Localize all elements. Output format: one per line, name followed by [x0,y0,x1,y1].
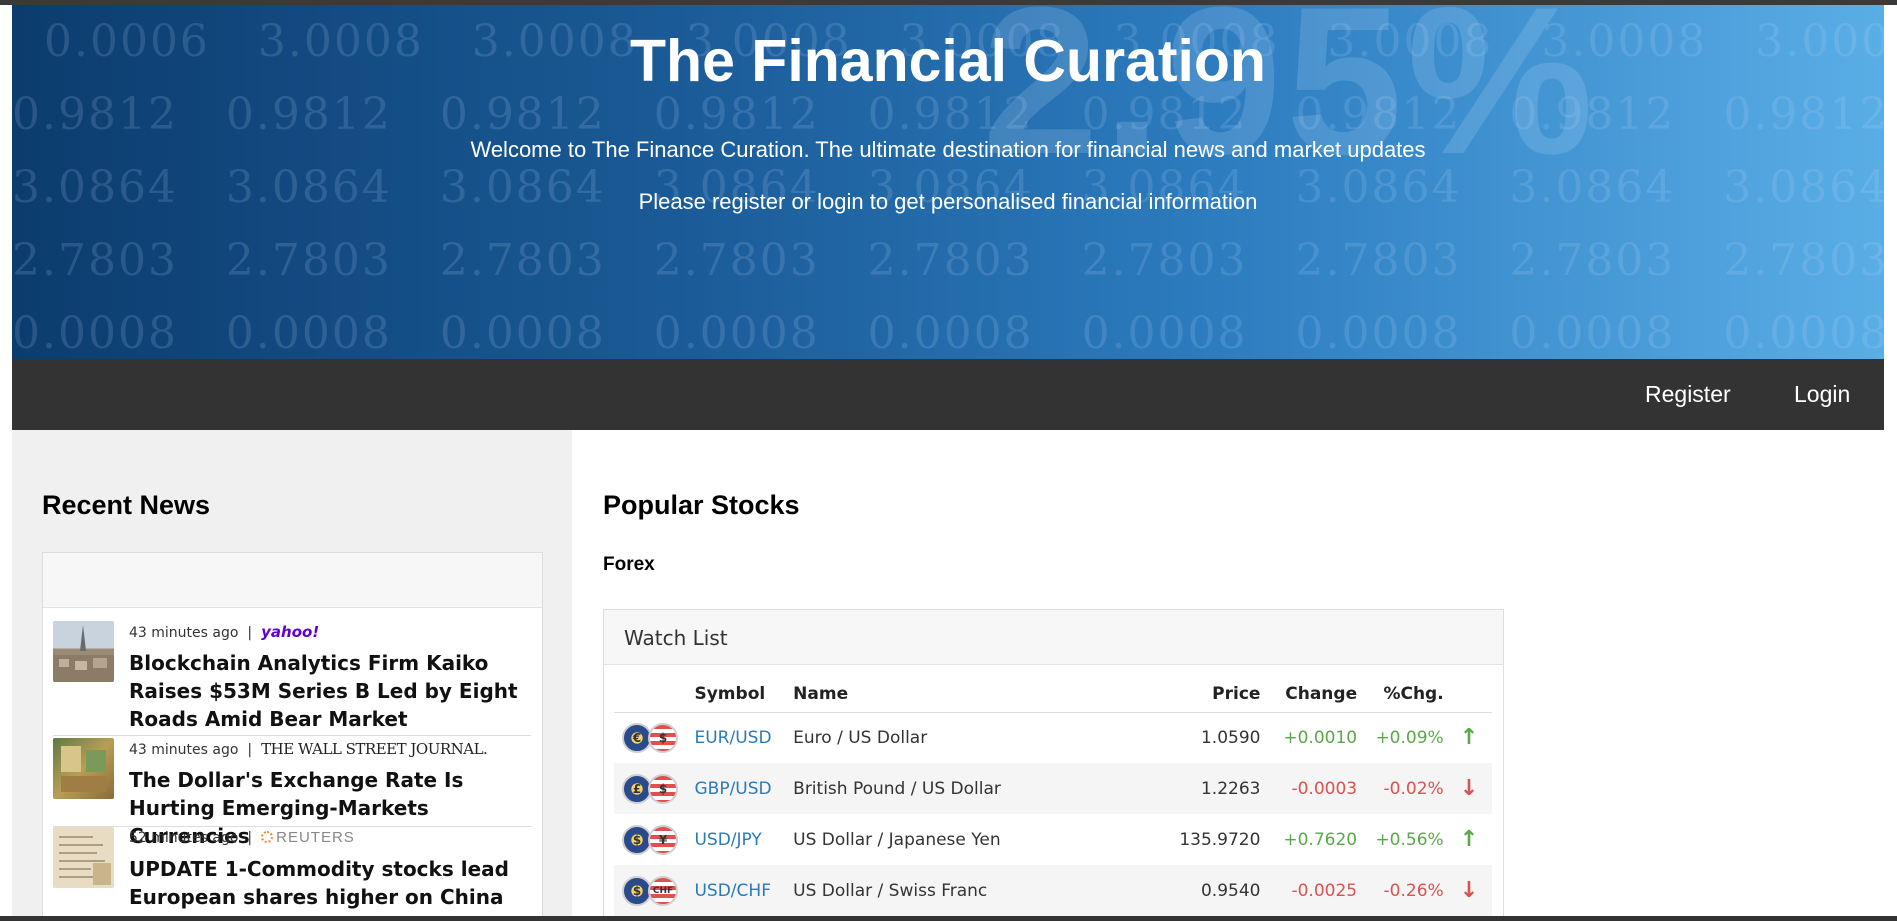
change-value: -0.0025 [1268,865,1366,916]
price-value: 1.0590 [1200,727,1261,748]
news-thumbnail [53,827,114,888]
currency-flag-icon: CHF [648,875,678,906]
column-header-name[interactable]: Name [785,676,1168,713]
news-meta: 52 minutes ago | REUTERS [129,829,355,846]
reuters-logo-icon [261,831,274,843]
column-header-change[interactable]: Change [1268,676,1366,713]
news-separator: | [247,742,253,758]
news-list: 43 minutes ago | yahoo! Blockchain Analyti… [42,552,543,921]
login-link[interactable]: Login [1794,381,1850,408]
column-header-price[interactable]: Price [1167,676,1269,713]
pct-change-value: -0.02% [1365,763,1452,814]
table-row[interactable]: $ CHF USD/CHF US Dollar / Swiss Franc 0.9… [614,865,1492,916]
news-time: 43 minutes ago [129,742,239,758]
currency-flag-icon: $ [648,773,678,804]
change-value: +0.7620 [1283,829,1358,850]
change-value: -0.0003 [1268,763,1366,814]
pair-name: British Pound / US Dollar [785,763,1168,814]
symbol-link[interactable]: GBP/USD [686,763,786,814]
symbol-link[interactable]: USD/JPY [686,814,785,865]
down-arrow-icon: ↓ [1451,865,1492,916]
news-thumbnail [53,621,114,682]
pct-change-value: +0.56% [1375,829,1444,850]
recent-news-heading: Recent News [42,490,211,520]
forex-heading: Forex [603,554,655,575]
pair-name: US Dollar / Japanese Yen [793,829,1001,850]
change-value: +0.0010 [1283,727,1358,748]
register-link[interactable]: Register [1645,381,1731,408]
currency-flag-icon: ¥ [648,824,678,855]
table-row[interactable]: € $ EUR/USD Euro / US Dollar 1.0590 +0.00… [614,712,1492,763]
recent-news-panel: Recent News 43 minutes ago | yahoo! Blockc… [12,430,572,921]
news-meta: 43 minutes ago | yahoo! [129,623,319,641]
up-arrow-icon: ↑ [1459,827,1479,852]
news-headline[interactable]: UPDATE 1-Commodity stocks lead European … [129,855,529,921]
pct-change-value: +0.09% [1375,727,1444,748]
price-value: 1.2263 [1167,763,1269,814]
column-header-pct-change[interactable]: %Chg. [1365,676,1452,713]
page: 0.0006 3.0008 3.0008 3.0008 3.0008 3.000… [12,5,1884,921]
pct-change-value: -0.26% [1365,865,1452,916]
news-item[interactable]: 52 minutes ago | REUTERS UPDATE 1-Commodit… [53,827,531,921]
currency-flag-icon: $ [648,722,678,753]
news-separator: | [247,830,253,846]
hero-banner: 0.0006 3.0008 3.0008 3.0008 3.0008 3.000… [12,5,1884,359]
symbol-link[interactable]: USD/CHF [686,865,786,916]
price-value: 0.9540 [1167,865,1269,916]
table-header-row: Symbol Name Price Change %Chg. [614,676,1492,713]
currency-flags: $ CHF [614,865,687,916]
watch-list-title: Watch List [604,610,1503,665]
column-header-symbol[interactable]: Symbol [686,676,786,713]
source-logo-yahoo: yahoo! [261,623,320,641]
column-header-flags [614,676,687,713]
watch-list: Watch List Symbol Name Price Change %Chg… [603,609,1504,921]
register-prompt: Please register or login to get personal… [638,189,1258,214]
news-item[interactable]: 43 minutes ago | THE WALL STREET JOURNAL. … [53,738,531,848]
symbol-link[interactable]: EUR/USD [686,712,785,763]
news-meta: 43 minutes ago | THE WALL STREET JOURNAL. [129,740,488,758]
popular-stocks-heading: Popular Stocks [603,490,800,520]
down-arrow-icon: ↓ [1451,763,1492,814]
column-header-direction [1451,676,1492,713]
currency-flags: $ ¥ [614,814,686,865]
reuters-label: REUTERS [276,829,355,846]
table-row[interactable]: £ $ GBP/USD British Pound / US Dollar 1.2… [614,763,1492,814]
news-separator: | [247,625,253,641]
site-title: The Financial Curation [630,28,1266,94]
welcome-text: Welcome to The Finance Curation. The ult… [470,137,1426,162]
table-row[interactable]: $ ¥ USD/JPY US Dollar / Japanese Yen 135.… [614,814,1492,865]
news-time: 52 minutes ago [129,830,239,846]
source-logo-wsj: THE WALL STREET JOURNAL. [261,740,488,758]
news-time: 43 minutes ago [129,625,239,641]
source-logo-reuters: REUTERS [261,829,355,846]
news-thumbnail [53,738,114,799]
nav-bar: Register Login [12,359,1884,430]
news-list-header [43,553,542,608]
price-value: 135.9720 [1179,829,1261,850]
window-bottom-border [0,916,1897,921]
currency-flags: £ $ [614,763,687,814]
pair-name: US Dollar / Swiss Franc [785,865,1168,916]
currency-flags: € $ [614,712,686,763]
pair-name: Euro / US Dollar [793,727,928,748]
forex-table: Symbol Name Price Change %Chg. € $ EUR/US… [614,676,1492,916]
up-arrow-icon: ↑ [1459,725,1479,751]
news-headline[interactable]: Blockchain Analytics Firm Kaiko Raises $… [129,649,529,733]
news-item[interactable]: 43 minutes ago | yahoo! Blockchain Analyti… [53,621,531,736]
